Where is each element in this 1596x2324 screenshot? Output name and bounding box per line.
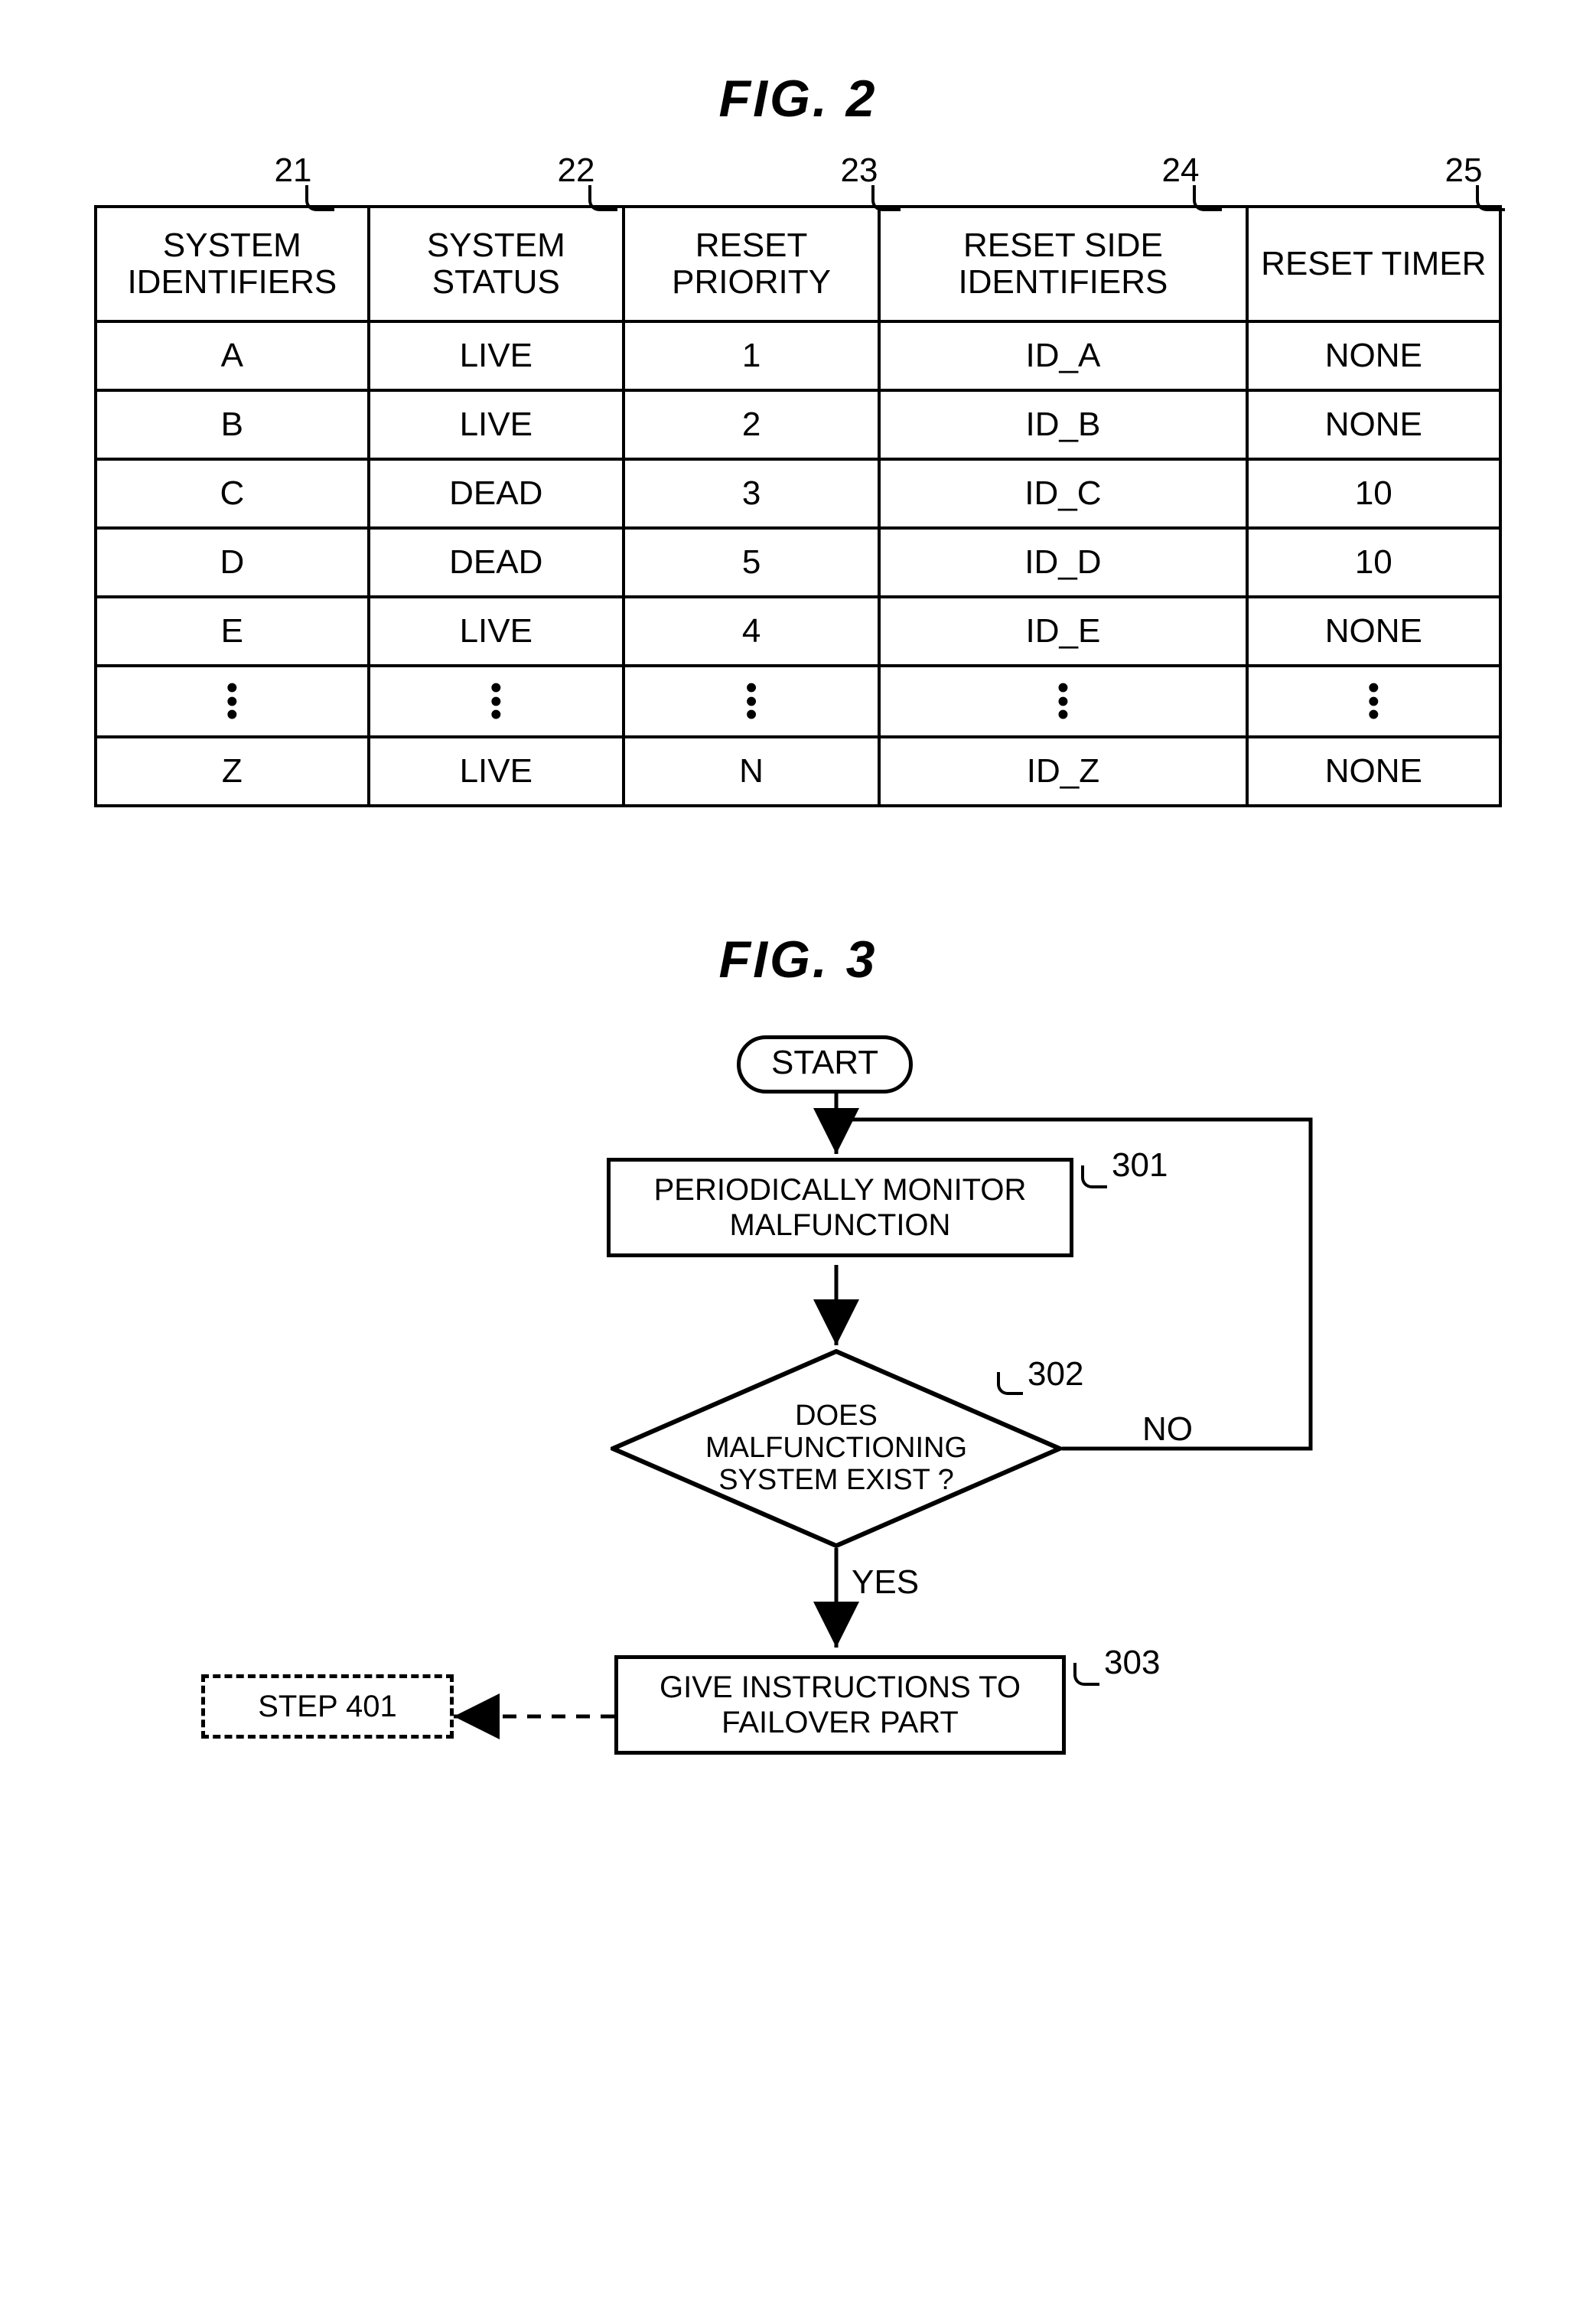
col-tick — [871, 185, 901, 211]
cell: NONE — [1247, 321, 1500, 390]
table-row: E LIVE 4 ID_E NONE — [96, 597, 1500, 666]
ref-303: 303 — [1104, 1644, 1160, 1682]
flow-decision-302: DOES MALFUNCTIONING SYSTEM EXIST ? — [611, 1349, 1062, 1548]
ref-tick — [997, 1372, 1023, 1395]
cell: 10 — [1247, 459, 1500, 528]
th-reset-priority: RESET PRIORITY — [624, 207, 879, 321]
cell: 2 — [624, 390, 879, 459]
table-header-row: SYSTEM IDENTIFIERS SYSTEM STATUS RESET P… — [96, 207, 1500, 321]
col-ref-23: 23 — [841, 152, 878, 190]
fig2-title: FIG. 2 — [92, 69, 1504, 129]
cell: LIVE — [369, 321, 624, 390]
cell: 5 — [624, 528, 879, 597]
cell: NONE — [1247, 597, 1500, 666]
cell: D — [96, 528, 369, 597]
col-tick — [305, 185, 334, 211]
table-row: C DEAD 3 ID_C 10 — [96, 459, 1500, 528]
flow-step-303: GIVE INSTRUCTIONS TO FAILOVER PART — [614, 1655, 1066, 1755]
decision-text: DOES MALFUNCTIONING SYSTEM EXIST ? — [611, 1349, 1062, 1548]
fig3-title: FIG. 3 — [92, 930, 1504, 989]
cell: DEAD — [369, 459, 624, 528]
edge-no: NO — [1142, 1410, 1193, 1449]
cell: B — [96, 390, 369, 459]
fig2-table-wrap: 21 22 23 24 25 SYSTEM IDENTIFIERS SYSTEM… — [94, 152, 1502, 807]
cell: 4 — [624, 597, 879, 666]
cell: ID_E — [879, 597, 1246, 666]
col-tick — [588, 185, 617, 211]
cell: ID_B — [879, 390, 1246, 459]
cell: ••• — [1247, 666, 1500, 737]
edge-yes: YES — [852, 1563, 919, 1602]
ref-301: 301 — [1112, 1146, 1168, 1185]
system-table: SYSTEM IDENTIFIERS SYSTEM STATUS RESET P… — [94, 205, 1502, 807]
cell: A — [96, 321, 369, 390]
col-ref-22: 22 — [558, 152, 595, 190]
cell: ••• — [879, 666, 1246, 737]
col-tick — [1193, 185, 1222, 211]
cell: ••• — [624, 666, 879, 737]
ref-tick — [1073, 1663, 1099, 1686]
th-reset-timer: RESET TIMER — [1247, 207, 1500, 321]
col-ref-24: 24 — [1162, 152, 1200, 190]
col-ref-21: 21 — [275, 152, 312, 190]
cell: ••• — [369, 666, 624, 737]
cell: NONE — [1247, 737, 1500, 806]
table-row: B LIVE 2 ID_B NONE — [96, 390, 1500, 459]
cell: ID_A — [879, 321, 1246, 390]
th-system-identifiers: SYSTEM IDENTIFIERS — [96, 207, 369, 321]
cell: LIVE — [369, 390, 624, 459]
cell: LIVE — [369, 737, 624, 806]
cell: E — [96, 597, 369, 666]
cell: ID_C — [879, 459, 1246, 528]
cell: DEAD — [369, 528, 624, 597]
col-ref-25: 25 — [1445, 152, 1483, 190]
ref-302: 302 — [1028, 1355, 1083, 1393]
cell: NONE — [1247, 390, 1500, 459]
table-row: Z LIVE N ID_Z NONE — [96, 737, 1500, 806]
cell: ID_D — [879, 528, 1246, 597]
flow-start: START — [737, 1035, 913, 1094]
flow-step-301: PERIODICALLY MONITOR MALFUNCTION — [607, 1158, 1073, 1257]
cell: 1 — [624, 321, 879, 390]
column-ref-row: 21 22 23 24 25 — [94, 152, 1502, 205]
cell: ID_Z — [879, 737, 1246, 806]
table-row: A LIVE 1 ID_A NONE — [96, 321, 1500, 390]
table-row: D DEAD 5 ID_D 10 — [96, 528, 1500, 597]
th-reset-side-identifiers: RESET SIDE IDENTIFIERS — [879, 207, 1246, 321]
th-system-status: SYSTEM STATUS — [369, 207, 624, 321]
cell: 3 — [624, 459, 879, 528]
cell: ••• — [96, 666, 369, 737]
col-tick — [1476, 185, 1505, 211]
fig3-flowchart: START PERIODICALLY MONITOR MALFUNCTION 3… — [94, 1012, 1502, 1931]
cell: C — [96, 459, 369, 528]
cell: 10 — [1247, 528, 1500, 597]
cell: N — [624, 737, 879, 806]
table-row-ellipsis: ••• ••• ••• ••• ••• — [96, 666, 1500, 737]
flow-step-401: STEP 401 — [201, 1674, 454, 1739]
ref-tick — [1081, 1165, 1107, 1188]
cell: Z — [96, 737, 369, 806]
cell: LIVE — [369, 597, 624, 666]
